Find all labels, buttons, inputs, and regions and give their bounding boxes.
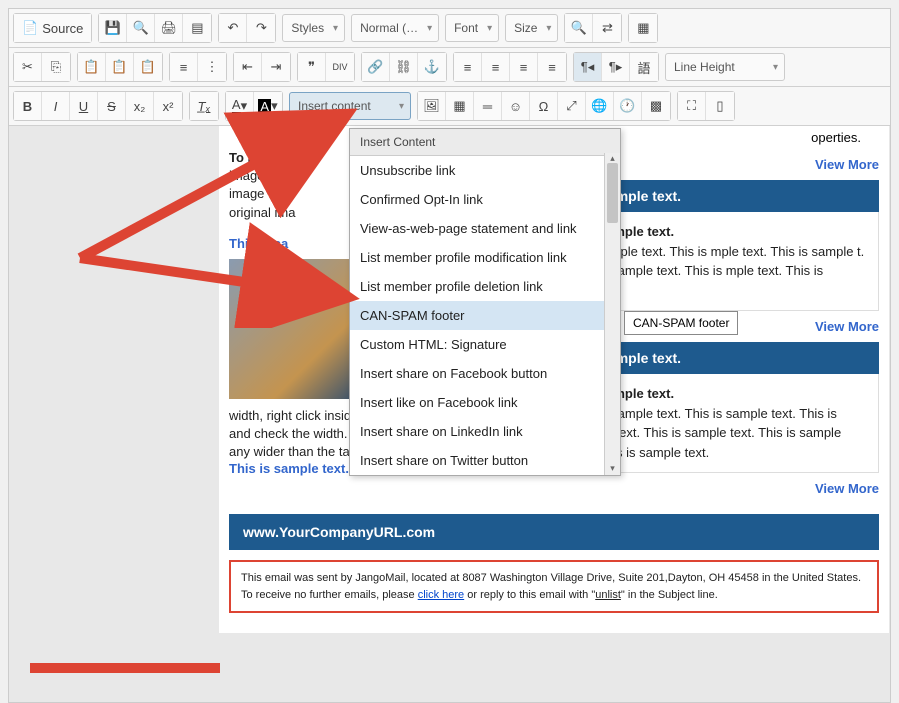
dropdown-item-twitter[interactable]: Insert share on Twitter button [350,446,604,475]
div-button[interactable]: DIV [326,53,354,81]
styles-select[interactable]: Styles [282,14,345,42]
canspam-text-3: " in the Subject line. [621,589,718,601]
indent-button[interactable]: ⇥ [262,53,290,81]
copy-button[interactable]: ⎘ [42,53,70,81]
hr-button[interactable]: ═ [474,92,502,120]
font-select[interactable]: Font [445,14,499,42]
can-spam-footer: This email was sent by JangoMail, locate… [229,560,879,613]
size-select[interactable]: Size [505,14,558,42]
link-button[interactable]: 🔗 [362,53,390,81]
qr-button[interactable]: ▩ [642,92,670,120]
dropdown-item-can-spam[interactable]: CAN-SPAM footer [350,301,604,330]
tooltip: CAN-SPAM footer [624,311,738,335]
line-height-select[interactable]: Line Height [665,53,785,81]
line-height-label: Line Height [674,60,735,74]
view-more-1[interactable]: View More [815,157,879,172]
anchor-button[interactable]: ⚓ [418,53,446,81]
print-button[interactable]: 🖨 [155,14,183,42]
numbered-list-button[interactable]: ≡ [170,53,198,81]
format-select[interactable]: Normal (… [351,14,439,42]
preview-button[interactable]: 🔍 [127,14,155,42]
toolbar-row-2: ✂ ⎘ 📋 📋 📋 ≡ ⋮ ⇤ ⇥ ❞ DIV 🔗 ⛓ ⚓ ≡ ≡ ≡ [9,48,890,87]
dropdown-item-view-web[interactable]: View-as-web-page statement and link [350,214,604,243]
scroll-thumb[interactable] [607,163,618,223]
dropdown-item-signature[interactable]: Custom HTML: Signature [350,330,604,359]
cut-button[interactable]: ✂ [14,53,42,81]
source-icon: 📄 [22,20,38,36]
smiley-button[interactable]: ☺ [502,92,530,120]
source-label: Source [42,21,83,36]
dropdown-list: Unsubscribe link Confirmed Opt-In link V… [350,156,620,475]
dropdown-item-profile-mod[interactable]: List member profile modification link [350,243,604,272]
select-all-button[interactable]: ▦ [629,14,657,42]
sample-link-2[interactable]: This is sample text. [229,461,349,476]
canspam-unlist: unlist [595,589,621,601]
pagebreak-button[interactable]: ⤢ [558,92,586,120]
properties-tail: operties. [811,130,861,145]
iframe-button[interactable]: 🌐 [586,92,614,120]
canspam-text-2: or reply to this email with " [464,589,595,601]
outdent-button[interactable]: ⇤ [234,53,262,81]
redo-button[interactable]: ↷ [247,14,275,42]
find-button[interactable]: 🔍 [565,14,593,42]
show-blocks-button[interactable]: ▯ [706,92,734,120]
dropdown-item-linkedin[interactable]: Insert share on LinkedIn link [350,417,604,446]
paste-text-button[interactable]: 📋 [106,53,134,81]
source-button[interactable]: 📄 Source [14,14,91,42]
size-label: Size [514,21,537,35]
annotation-arrow-2 [20,648,240,688]
align-left-button[interactable]: ≡ [454,53,482,81]
maximize-button[interactable]: ⛶ [678,92,706,120]
align-center-button[interactable]: ≡ [482,53,510,81]
dropdown-item-unsubscribe[interactable]: Unsubscribe link [350,156,604,185]
align-justify-button[interactable]: ≡ [538,53,566,81]
language-button[interactable]: 語 [630,53,658,81]
table-button[interactable]: ▦ [446,92,474,120]
clock-button[interactable]: 🕐 [614,92,642,120]
image-button[interactable]: 🖼 [418,92,446,120]
view-more-3[interactable]: View More [815,481,879,496]
dropdown-item-opt-in[interactable]: Confirmed Opt-In link [350,185,604,214]
rtl-button[interactable]: ¶▸ [602,53,630,81]
footer-url-bar: www.YourCompanyURL.com [229,514,879,550]
save-button[interactable]: 💾 [99,14,127,42]
format-label: Normal (… [360,21,418,35]
paste-word-button[interactable]: 📋 [134,53,162,81]
view-more-2[interactable]: View More [815,319,879,334]
blockquote-button[interactable]: ❞ [298,53,326,81]
undo-button[interactable]: ↶ [219,14,247,42]
unlink-button[interactable]: ⛓ [390,53,418,81]
canspam-click-here[interactable]: click here [418,589,464,601]
styles-label: Styles [291,21,324,35]
align-right-button[interactable]: ≡ [510,53,538,81]
dropdown-header: Insert Content [350,129,620,156]
special-char-button[interactable]: Ω [530,92,558,120]
dropdown-item-fb-share[interactable]: Insert share on Facebook button [350,359,604,388]
scroll-down-icon[interactable]: ▾ [605,463,620,475]
dropdown-item-profile-del[interactable]: List member profile deletion link [350,272,604,301]
annotation-arrow-1 [20,108,360,328]
font-label: Font [454,21,478,35]
ltr-button[interactable]: ¶◂ [574,53,602,81]
toolbar-row-1: 📄 Source 💾 🔍 🖨 ▤ ↶ ↷ Styles Normal (… Fon… [9,9,890,48]
template-button[interactable]: ▤ [183,14,211,42]
paste-button[interactable]: 📋 [78,53,106,81]
dropdown-item-fb-like[interactable]: Insert like on Facebook link [350,388,604,417]
replace-button[interactable]: ⇄ [593,14,621,42]
insert-content-dropdown: Insert Content Unsubscribe link Confirme… [349,128,621,476]
bullet-list-button[interactable]: ⋮ [198,53,226,81]
dropdown-scrollbar[interactable]: ▴ ▾ [604,153,620,475]
